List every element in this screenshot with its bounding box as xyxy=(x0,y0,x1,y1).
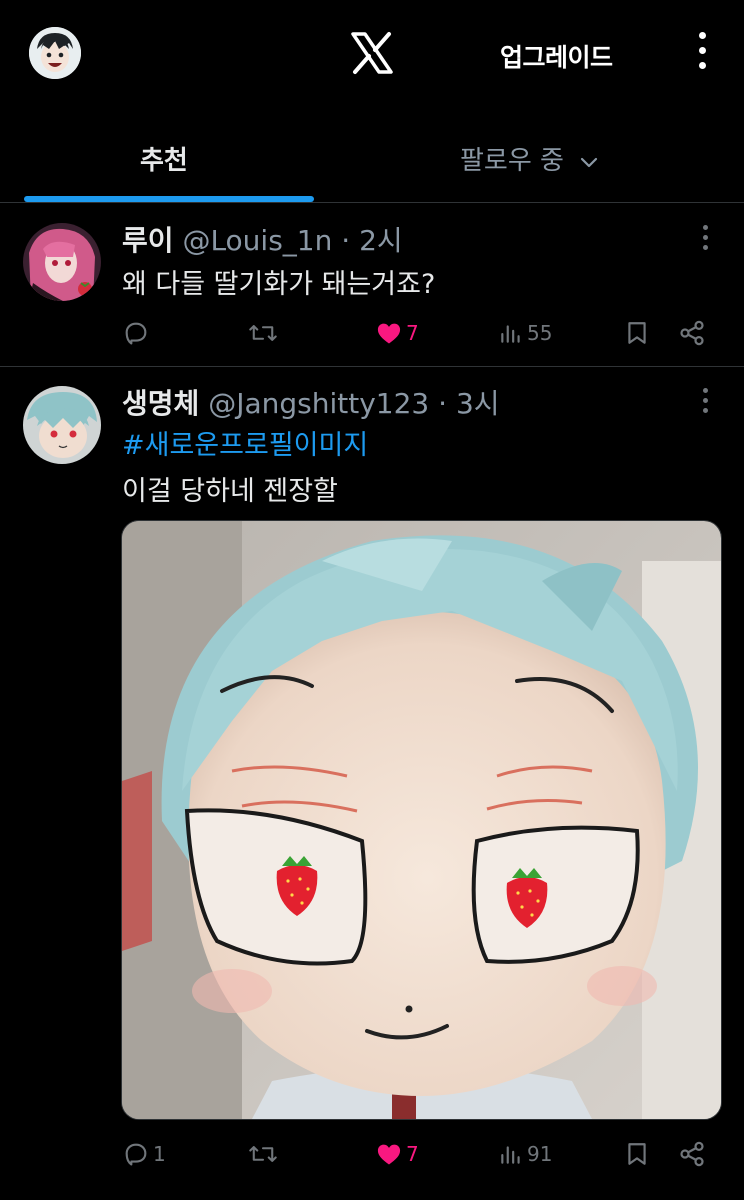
x-logo-icon[interactable] xyxy=(349,30,395,76)
tweet-actions: 7 55 xyxy=(0,313,744,353)
tweet[interactable]: 루이 @Louis_1n · 2시 왜 다들 딸기화가 돼는거죠? 7 55 xyxy=(0,203,744,367)
author-name[interactable]: 루이 xyxy=(122,224,174,257)
retweet-button[interactable] xyxy=(248,313,281,353)
profile-avatar[interactable] xyxy=(29,27,81,79)
views-count: 55 xyxy=(527,321,553,345)
retweet-button[interactable] xyxy=(248,1134,281,1174)
bookmark-button[interactable] xyxy=(624,313,650,353)
reply-count: 1 xyxy=(153,1142,166,1166)
like-count: 7 xyxy=(406,1142,419,1166)
tweet-avatar[interactable] xyxy=(23,386,101,464)
vertical-ellipsis-icon[interactable] xyxy=(694,32,710,76)
reply-icon xyxy=(125,322,147,345)
share-button[interactable] xyxy=(678,1134,706,1174)
heart-filled-icon xyxy=(377,323,401,344)
reply-button[interactable] xyxy=(122,313,153,353)
tab-for-you[interactable]: 추천 xyxy=(140,140,188,177)
reply-icon xyxy=(125,1143,147,1166)
share-button[interactable] xyxy=(678,313,706,353)
tweet-header: 루이 @Louis_1n · 2시 xyxy=(122,219,403,259)
chevron-down-icon xyxy=(581,157,598,167)
retweet-icon xyxy=(249,1146,277,1162)
views-button[interactable]: 55 xyxy=(498,313,552,353)
active-tab-indicator xyxy=(24,196,314,202)
views-button[interactable]: 91 xyxy=(498,1134,552,1174)
top-bar: 업그레이드 xyxy=(0,0,744,110)
views-icon xyxy=(501,325,520,343)
share-icon xyxy=(680,1141,704,1167)
author-handle[interactable]: @Louis_1n xyxy=(182,224,332,257)
tweet-more-icon[interactable] xyxy=(700,225,710,253)
tweet-text: 왜 다들 딸기화가 돼는거죠? xyxy=(122,269,436,300)
retweet-icon xyxy=(249,325,277,341)
hashtag-link[interactable]: #새로운프로필이미지 xyxy=(122,423,368,462)
tweet-text: 이걸 당하네 젠장할 xyxy=(122,476,338,507)
author-name[interactable]: 생명체 xyxy=(122,387,199,420)
tweet-time[interactable]: 2시 xyxy=(359,224,403,257)
upgrade-button[interactable]: 업그레이드 xyxy=(500,38,613,74)
tweet-actions: 1 7 91 xyxy=(0,1134,744,1174)
heart-filled-icon xyxy=(377,1144,401,1165)
tab-following-label: 팔로우 중 xyxy=(460,146,564,176)
separator-dot: · xyxy=(438,387,448,420)
author-handle[interactable]: @Jangshitty123 xyxy=(208,387,429,420)
tab-following[interactable]: 팔로우 중 xyxy=(460,140,600,177)
views-icon xyxy=(501,1146,520,1164)
bookmark-button[interactable] xyxy=(624,1134,650,1174)
tweet-header: 생명체 @Jangshitty123 · 3시 xyxy=(122,382,500,422)
bookmark-icon xyxy=(628,322,646,344)
tweet-time[interactable]: 3시 xyxy=(456,387,500,420)
reply-button[interactable]: 1 xyxy=(122,1134,166,1174)
share-icon xyxy=(680,320,704,346)
views-count: 91 xyxy=(527,1142,553,1166)
tweet-media-image[interactable] xyxy=(121,520,722,1120)
timeline-tabs: 추천 팔로우 중 xyxy=(0,110,744,203)
separator-dot: · xyxy=(341,224,351,257)
tweet-avatar[interactable] xyxy=(23,223,101,301)
bookmark-icon xyxy=(628,1143,646,1165)
like-count: 7 xyxy=(406,321,419,345)
figure-photo xyxy=(122,521,721,1119)
like-button[interactable]: 7 xyxy=(375,1134,419,1174)
avatar-image xyxy=(29,27,81,79)
tweet-more-icon[interactable] xyxy=(700,388,710,416)
like-button[interactable]: 7 xyxy=(375,313,419,353)
